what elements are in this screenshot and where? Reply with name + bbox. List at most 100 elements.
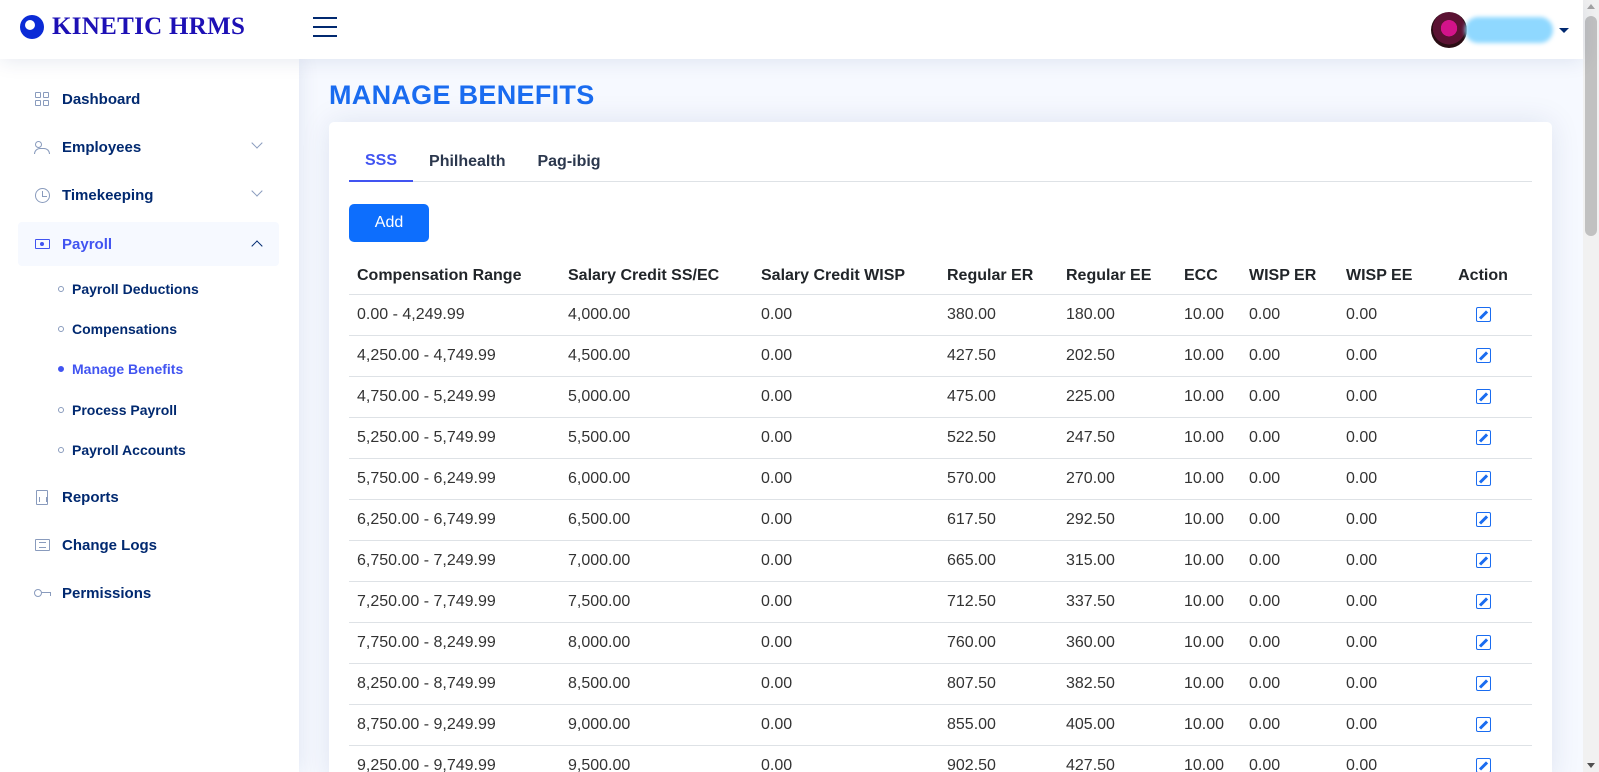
table-cell: 9,250.00 - 9,749.99 bbox=[349, 745, 560, 772]
table-cell: 0.00 bbox=[1241, 499, 1338, 541]
table-cell: 9,000.00 bbox=[560, 704, 753, 746]
table-cell: 0.00 bbox=[753, 581, 939, 623]
sidebar-item-reports[interactable]: Reports bbox=[18, 475, 279, 519]
edit-icon[interactable] bbox=[1475, 429, 1491, 445]
table-cell: 902.50 bbox=[939, 745, 1058, 772]
table-cell: 360.00 bbox=[1058, 622, 1176, 664]
edit-icon[interactable] bbox=[1475, 593, 1491, 609]
table-cell: 0.00 - 4,249.99 bbox=[349, 294, 560, 336]
edit-icon[interactable] bbox=[1475, 388, 1491, 404]
table-cell: 0.00 bbox=[753, 376, 939, 418]
sidebar-item-timekeeping[interactable]: Timekeeping bbox=[18, 173, 279, 217]
edit-icon[interactable] bbox=[1475, 511, 1491, 527]
table-cell: 380.00 bbox=[939, 294, 1058, 336]
table-cell: 202.50 bbox=[1058, 335, 1176, 377]
edit-icon[interactable] bbox=[1475, 675, 1491, 691]
table-cell: 292.50 bbox=[1058, 499, 1176, 541]
sidebar-item-employees[interactable]: Employees bbox=[18, 125, 279, 169]
table-header-row: Compensation Range Salary Credit SS/EC S… bbox=[349, 258, 1532, 295]
table-cell: 10.00 bbox=[1176, 622, 1241, 664]
table-row: 0.00 - 4,249.99 4,000.00 0.00 380.00 180.00 1… bbox=[349, 294, 1532, 336]
sidebar-subitem-payroll-deductions[interactable]: Payroll Deductions bbox=[58, 277, 199, 301]
edit-icon[interactable] bbox=[1475, 634, 1491, 650]
clock-icon bbox=[34, 187, 50, 203]
table-cell: 5,750.00 - 6,249.99 bbox=[349, 458, 560, 500]
sidebar-subitem-process-payroll[interactable]: Process Payroll bbox=[58, 398, 177, 422]
table-cell: 0.00 bbox=[1338, 335, 1434, 377]
menu-toggle-icon[interactable] bbox=[313, 17, 337, 39]
sidebar-subitem-manage-benefits[interactable]: Manage Benefits bbox=[58, 357, 183, 381]
people-icon bbox=[34, 139, 50, 155]
top-header: KINETIC HRMS bbox=[0, 0, 1583, 59]
bullet-icon bbox=[58, 326, 64, 332]
table-cell: 7,250.00 - 7,749.99 bbox=[349, 581, 560, 623]
sidebar-item-permissions[interactable]: Permissions bbox=[18, 571, 279, 615]
table-cell: 10.00 bbox=[1176, 417, 1241, 459]
bullet-icon bbox=[58, 407, 64, 413]
table-row: 8,250.00 - 8,749.99 8,500.00 0.00 807.50 382… bbox=[349, 663, 1532, 705]
table-cell: 10.00 bbox=[1176, 663, 1241, 705]
table-cell: 0.00 bbox=[753, 540, 939, 582]
sidebar-subitem-label: Process Payroll bbox=[72, 402, 178, 418]
sidebar-item-label: Permissions bbox=[62, 584, 152, 602]
table-cell: 247.50 bbox=[1058, 417, 1176, 459]
table-cell: 10.00 bbox=[1176, 458, 1241, 500]
edit-icon[interactable] bbox=[1475, 306, 1491, 322]
table-cell: 0.00 bbox=[1241, 663, 1338, 705]
benefit-tabs: SSS Philhealth Pag-ibig bbox=[349, 142, 1532, 182]
table-cell: 4,000.00 bbox=[560, 294, 753, 336]
table-cell: 0.00 bbox=[753, 294, 939, 336]
cash-icon bbox=[34, 236, 50, 252]
scroll-down-arrow-icon[interactable] bbox=[1587, 763, 1595, 768]
edit-icon[interactable] bbox=[1475, 716, 1491, 732]
table-cell: 6,750.00 - 7,249.99 bbox=[349, 540, 560, 582]
column-header: WISP EE bbox=[1338, 258, 1434, 295]
sidebar-item-change-logs[interactable]: Change Logs bbox=[18, 523, 279, 567]
edit-icon[interactable] bbox=[1475, 552, 1491, 568]
tab-sss[interactable]: SSS bbox=[349, 142, 414, 182]
sidebar-subitem-payroll-accounts[interactable]: Payroll Accounts bbox=[58, 438, 186, 462]
grid-icon bbox=[34, 91, 50, 107]
sidebar-subitem-compensations[interactable]: Compensations bbox=[58, 317, 177, 341]
page-scrollbar[interactable] bbox=[1583, 0, 1599, 772]
table-cell: 0.00 bbox=[1241, 540, 1338, 582]
sidebar: Dashboard Employees Timekeeping Payroll … bbox=[0, 59, 299, 772]
user-profile-dropdown[interactable] bbox=[1431, 12, 1569, 48]
table-cell: 6,500.00 bbox=[560, 499, 753, 541]
table-cell: 0.00 bbox=[1338, 581, 1434, 623]
edit-icon[interactable] bbox=[1475, 347, 1491, 363]
user-name-redacted bbox=[1465, 17, 1553, 43]
scrollbar-thumb[interactable] bbox=[1585, 16, 1597, 236]
avatar bbox=[1431, 12, 1467, 48]
table-cell: 10.00 bbox=[1176, 540, 1241, 582]
app-logo[interactable]: KINETIC HRMS bbox=[20, 13, 245, 41]
table-row: 4,750.00 - 5,249.99 5,000.00 0.00 475.00 225… bbox=[349, 376, 1532, 418]
add-button[interactable]: Add bbox=[349, 204, 429, 242]
table-cell: 0.00 bbox=[1338, 704, 1434, 746]
sss-contribution-table: Compensation Range Salary Credit SS/EC S… bbox=[349, 258, 1532, 772]
scroll-up-arrow-icon[interactable] bbox=[1587, 4, 1595, 9]
table-cell: 0.00 bbox=[1338, 622, 1434, 664]
table-cell: 617.50 bbox=[939, 499, 1058, 541]
tab-philhealth[interactable]: Philhealth bbox=[413, 142, 521, 182]
table-row: 7,750.00 - 8,249.99 8,000.00 0.00 760.00 360… bbox=[349, 622, 1532, 664]
sidebar-item-payroll[interactable]: Payroll bbox=[18, 222, 279, 266]
table-cell: 7,500.00 bbox=[560, 581, 753, 623]
bullet-icon bbox=[58, 286, 64, 292]
edit-icon[interactable] bbox=[1475, 757, 1491, 772]
table-cell: 6,250.00 - 6,749.99 bbox=[349, 499, 560, 541]
table-row: 8,750.00 - 9,249.99 9,000.00 0.00 855.00 405… bbox=[349, 704, 1532, 746]
table-cell: 0.00 bbox=[1241, 335, 1338, 377]
column-header: Regular ER bbox=[939, 258, 1058, 295]
column-header: Salary Credit SS/EC bbox=[560, 258, 753, 295]
table-cell: 8,500.00 bbox=[560, 663, 753, 705]
tab-pag-ibig[interactable]: Pag-ibig bbox=[521, 142, 616, 182]
table-cell: 0.00 bbox=[1241, 581, 1338, 623]
edit-icon[interactable] bbox=[1475, 470, 1491, 486]
table-row: 7,250.00 - 7,749.99 7,500.00 0.00 712.50 337… bbox=[349, 581, 1532, 623]
sidebar-item-dashboard[interactable]: Dashboard bbox=[18, 77, 279, 121]
table-cell: 807.50 bbox=[939, 663, 1058, 705]
action-cell bbox=[1434, 417, 1532, 459]
table-cell: 337.50 bbox=[1058, 581, 1176, 623]
action-cell bbox=[1434, 458, 1532, 500]
